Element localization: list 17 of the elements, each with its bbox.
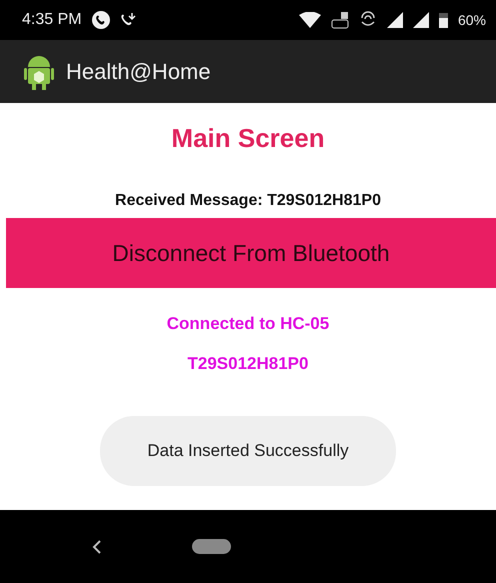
received-message: Received Message: T29S012H81P0 [115,192,381,210]
signal-icon [412,12,429,28]
back-icon[interactable] [92,540,102,554]
disconnect-button[interactable]: Disconnect From Bluetooth [6,218,496,288]
latest-reading: T29S012H81P0 [188,354,308,374]
call-icon [120,12,136,28]
battery-icon [438,12,448,28]
connection-status: Connected to HC-05 [166,314,330,334]
home-button[interactable] [192,539,231,554]
status-time: 4:35 PM [22,11,82,29]
screen-title: Main Screen [171,123,325,154]
app-title: Health@Home [66,58,211,84]
wifi-icon [298,12,321,28]
toast-message: Data Inserted Successfully [100,416,396,486]
battery-percent: 60% [458,12,486,28]
phone-icon [92,11,110,29]
signal-icon [386,12,403,28]
